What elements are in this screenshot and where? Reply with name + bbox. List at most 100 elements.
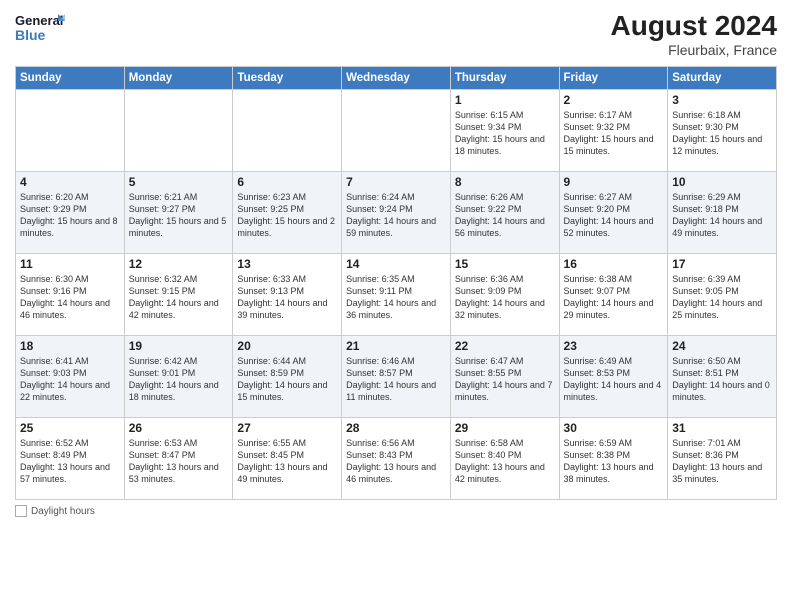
- calendar-cell: [16, 90, 125, 172]
- legend-daylight-label: Daylight hours: [31, 506, 95, 517]
- calendar-cell: 4 Sunrise: 6:20 AMSunset: 9:29 PMDaylight…: [16, 172, 125, 254]
- weekday-header-row: SundayMondayTuesdayWednesdayThursdayFrid…: [16, 67, 777, 90]
- day-number: 29: [455, 421, 555, 435]
- calendar-cell: 20Sunrise: 6:44 AMSunset: 8:59 PMDayligh…: [233, 336, 342, 418]
- day-number: 16: [564, 257, 664, 271]
- calendar-cell: 10 Sunrise: 6:29 AMSunset: 9:18 PMDayligh…: [668, 172, 777, 254]
- weekday-header-thursday: Thursday: [450, 67, 559, 90]
- day-info: Sunrise: 6:44 AMSunset: 8:59 PMDaylight:…: [237, 355, 337, 404]
- day-info: Sunrise: 6:53 AMSunset: 8:47 PMDaylight:…: [129, 437, 229, 486]
- day-number: 9: [564, 175, 664, 189]
- calendar-cell: 1Sunrise: 6:15 AMSunset: 9:34 PMDaylight…: [450, 90, 559, 172]
- day-info: Sunrise: 6:46 AMSunset: 8:57 PMDaylight:…: [346, 355, 446, 404]
- day-info: Sunrise: 6:38 AMSunset: 9:07 PMDaylight:…: [564, 273, 664, 322]
- day-info: Sunrise: 6:21 AMSunset: 9:27 PMDaylight:…: [129, 191, 229, 240]
- page: General Blue August 2024 Fleurbaix, Fran…: [0, 0, 792, 612]
- day-number: 3: [672, 93, 772, 107]
- title-block: August 2024 Fleurbaix, France: [611, 10, 778, 58]
- weekday-header-saturday: Saturday: [668, 67, 777, 90]
- day-info: Sunrise: 7:01 AMSunset: 8:36 PMDaylight:…: [672, 437, 772, 486]
- day-info: Sunrise: 6:23 AMSunset: 9:25 PMDaylight:…: [237, 191, 337, 240]
- calendar-cell: 7 Sunrise: 6:24 AMSunset: 9:24 PMDaylight…: [342, 172, 451, 254]
- day-number: 7: [346, 175, 446, 189]
- weekday-header-monday: Monday: [124, 67, 233, 90]
- calendar-cell: [124, 90, 233, 172]
- day-info: Sunrise: 6:17 AMSunset: 9:32 PMDaylight:…: [564, 109, 664, 158]
- weekday-header-wednesday: Wednesday: [342, 67, 451, 90]
- day-number: 10: [672, 175, 772, 189]
- day-info: Sunrise: 6:47 AMSunset: 8:55 PMDaylight:…: [455, 355, 555, 404]
- calendar-week-4: 18Sunrise: 6:41 AMSunset: 9:03 PMDayligh…: [16, 336, 777, 418]
- day-info: Sunrise: 6:35 AMSunset: 9:11 PMDaylight:…: [346, 273, 446, 322]
- day-number: 13: [237, 257, 337, 271]
- day-info: Sunrise: 6:24 AMSunset: 9:24 PMDaylight:…: [346, 191, 446, 240]
- day-info: Sunrise: 6:29 AMSunset: 9:18 PMDaylight:…: [672, 191, 772, 240]
- calendar-cell: 28 Sunrise: 6:56 AMSunset: 8:43 PMDayligh…: [342, 418, 451, 500]
- day-info: Sunrise: 6:59 AMSunset: 8:38 PMDaylight:…: [564, 437, 664, 486]
- day-number: 21: [346, 339, 446, 353]
- day-info: Sunrise: 6:58 AMSunset: 8:40 PMDaylight:…: [455, 437, 555, 486]
- calendar-cell: 25 Sunrise: 6:52 AMSunset: 8:49 PMDayligh…: [16, 418, 125, 500]
- calendar-cell: 17Sunrise: 6:39 AMSunset: 9:05 PMDayligh…: [668, 254, 777, 336]
- day-number: 26: [129, 421, 229, 435]
- day-info: Sunrise: 6:18 AMSunset: 9:30 PMDaylight:…: [672, 109, 772, 158]
- calendar-cell: [233, 90, 342, 172]
- day-number: 14: [346, 257, 446, 271]
- calendar-cell: 9 Sunrise: 6:27 AMSunset: 9:20 PMDaylight…: [559, 172, 668, 254]
- day-info: Sunrise: 6:56 AMSunset: 8:43 PMDaylight:…: [346, 437, 446, 486]
- calendar-cell: 27Sunrise: 6:55 AMSunset: 8:45 PMDayligh…: [233, 418, 342, 500]
- calendar-cell: 12 Sunrise: 6:32 AMSunset: 9:15 PMDayligh…: [124, 254, 233, 336]
- calendar-cell: 5 Sunrise: 6:21 AMSunset: 9:27 PMDaylight…: [124, 172, 233, 254]
- day-number: 5: [129, 175, 229, 189]
- day-number: 18: [20, 339, 120, 353]
- day-info: Sunrise: 6:33 AMSunset: 9:13 PMDaylight:…: [237, 273, 337, 322]
- day-info: Sunrise: 6:32 AMSunset: 9:15 PMDaylight:…: [129, 273, 229, 322]
- calendar-cell: 6 Sunrise: 6:23 AMSunset: 9:25 PMDaylight…: [233, 172, 342, 254]
- calendar-week-3: 11 Sunrise: 6:30 AMSunset: 9:16 PMDayligh…: [16, 254, 777, 336]
- day-info: Sunrise: 6:30 AMSunset: 9:16 PMDaylight:…: [20, 273, 120, 322]
- day-info: Sunrise: 6:20 AMSunset: 9:29 PMDaylight:…: [20, 191, 120, 240]
- day-info: Sunrise: 6:27 AMSunset: 9:20 PMDaylight:…: [564, 191, 664, 240]
- calendar-cell: 2 Sunrise: 6:17 AMSunset: 9:32 PMDaylight…: [559, 90, 668, 172]
- day-info: Sunrise: 6:52 AMSunset: 8:49 PMDaylight:…: [20, 437, 120, 486]
- svg-text:Blue: Blue: [15, 27, 46, 43]
- day-number: 4: [20, 175, 120, 189]
- calendar-cell: 31 Sunrise: 7:01 AMSunset: 8:36 PMDayligh…: [668, 418, 777, 500]
- day-number: 15: [455, 257, 555, 271]
- calendar-week-1: 1Sunrise: 6:15 AMSunset: 9:34 PMDaylight…: [16, 90, 777, 172]
- calendar-cell: 15 Sunrise: 6:36 AMSunset: 9:09 PMDayligh…: [450, 254, 559, 336]
- calendar-cell: 24Sunrise: 6:50 AMSunset: 8:51 PMDayligh…: [668, 336, 777, 418]
- day-number: 11: [20, 257, 120, 271]
- day-number: 2: [564, 93, 664, 107]
- day-number: 6: [237, 175, 337, 189]
- calendar-cell: 11 Sunrise: 6:30 AMSunset: 9:16 PMDayligh…: [16, 254, 125, 336]
- day-number: 28: [346, 421, 446, 435]
- day-number: 25: [20, 421, 120, 435]
- day-info: Sunrise: 6:36 AMSunset: 9:09 PMDaylight:…: [455, 273, 555, 322]
- legend-color-daylight: [15, 505, 27, 517]
- day-info: Sunrise: 6:42 AMSunset: 9:01 PMDaylight:…: [129, 355, 229, 404]
- calendar-cell: 8Sunrise: 6:26 AMSunset: 9:22 PMDaylight…: [450, 172, 559, 254]
- calendar-cell: [342, 90, 451, 172]
- day-number: 30: [564, 421, 664, 435]
- day-number: 17: [672, 257, 772, 271]
- calendar-cell: 3 Sunrise: 6:18 AMSunset: 9:30 PMDaylight…: [668, 90, 777, 172]
- day-number: 22: [455, 339, 555, 353]
- calendar-cell: 16 Sunrise: 6:38 AMSunset: 9:07 PMDayligh…: [559, 254, 668, 336]
- calendar-cell: 30 Sunrise: 6:59 AMSunset: 8:38 PMDayligh…: [559, 418, 668, 500]
- calendar-table: SundayMondayTuesdayWednesdayThursdayFrid…: [15, 66, 777, 500]
- header: General Blue August 2024 Fleurbaix, Fran…: [15, 10, 777, 58]
- calendar-week-2: 4 Sunrise: 6:20 AMSunset: 9:29 PMDaylight…: [16, 172, 777, 254]
- day-info: Sunrise: 6:55 AMSunset: 8:45 PMDaylight:…: [237, 437, 337, 486]
- svg-text:General: General: [15, 13, 63, 28]
- day-number: 12: [129, 257, 229, 271]
- day-number: 8: [455, 175, 555, 189]
- day-number: 23: [564, 339, 664, 353]
- weekday-header-friday: Friday: [559, 67, 668, 90]
- logo-svg: General Blue: [15, 10, 65, 48]
- calendar-cell: 22 Sunrise: 6:47 AMSunset: 8:55 PMDayligh…: [450, 336, 559, 418]
- day-number: 31: [672, 421, 772, 435]
- weekday-header-sunday: Sunday: [16, 67, 125, 90]
- calendar-week-5: 25 Sunrise: 6:52 AMSunset: 8:49 PMDayligh…: [16, 418, 777, 500]
- day-number: 1: [455, 93, 555, 107]
